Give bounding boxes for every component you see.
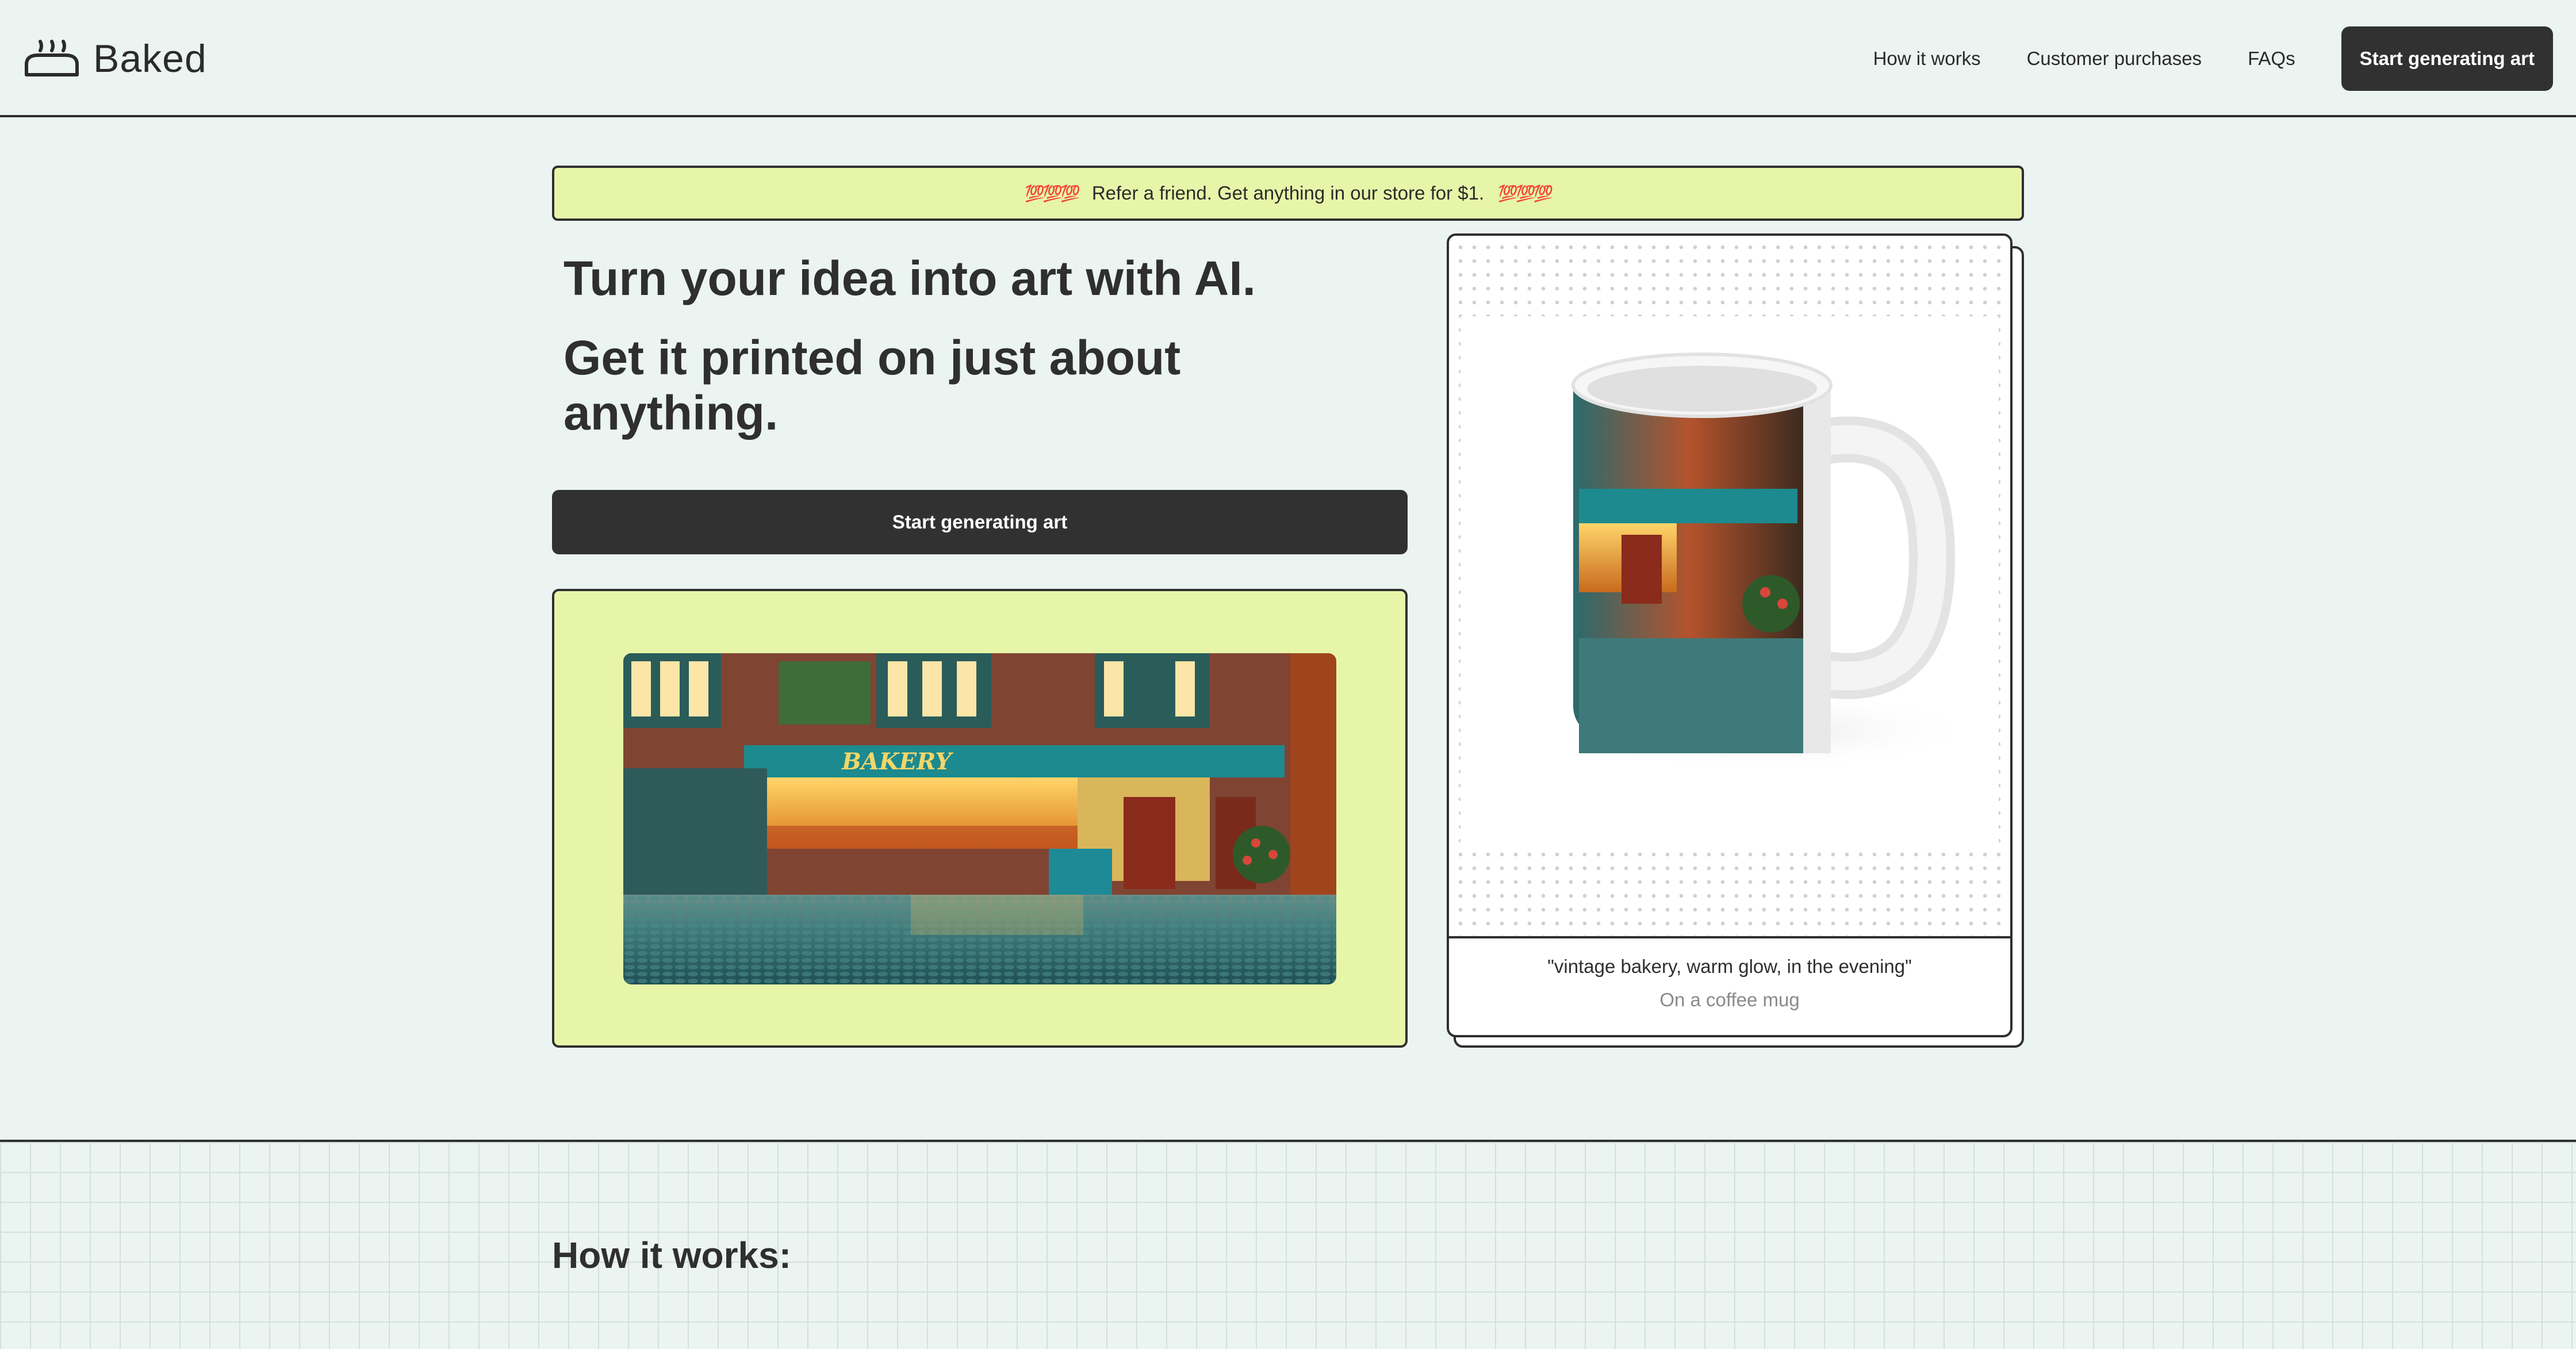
nav-link-how-it-works[interactable]: How it works <box>1873 48 1981 70</box>
product-image-area <box>1449 236 2010 938</box>
top-navigation: Baked How it works Customer purchases FA… <box>0 0 2576 117</box>
bread-logo-icon <box>25 40 79 76</box>
brand-name: Baked <box>93 37 207 81</box>
nav-link-customer-purchases[interactable]: Customer purchases <box>2027 48 2202 70</box>
hundred-points-emoji: 💯💯💯 <box>1025 184 1080 202</box>
bakery-illustration: BAKERY <box>623 653 1336 984</box>
how-it-works-title: How it works: <box>552 1235 792 1276</box>
brand-logo[interactable]: Baked <box>23 36 207 82</box>
art-prompt-text: "vintage bakery, warm glow, in the eveni… <box>1547 956 1912 977</box>
mug-image <box>1460 316 1999 845</box>
coffee-mug-illustration <box>1541 352 1978 771</box>
bakery-artwork-image: BAKERY <box>623 653 1336 984</box>
generated-art-panel: BAKERY <box>552 589 1408 1048</box>
bakery-sign: BAKERY <box>841 748 953 775</box>
hero-start-generating-button[interactable]: Start generating art <box>552 490 1408 554</box>
referral-banner[interactable]: 💯💯💯 Refer a friend. Get anything in our … <box>552 166 2024 221</box>
hero-subheadline: Get it printed on just about anything. <box>564 331 1181 440</box>
product-preview-card[interactable]: "vintage bakery, warm glow, in the eveni… <box>1447 233 2012 1037</box>
hero-headline: Turn your idea into art with AI. <box>564 251 1256 305</box>
product-type-label: On a coffee mug <box>1659 989 1800 1010</box>
how-it-works-section: How it works: <box>0 1140 2576 1349</box>
hundred-points-emoji: 💯💯💯 <box>1498 184 1554 202</box>
nav-link-faqs[interactable]: FAQs <box>2248 48 2295 70</box>
referral-text: Refer a friend. Get anything in our stor… <box>1091 182 1485 204</box>
nav-links: How it works Customer purchases FAQs Sta… <box>1873 26 2553 91</box>
nav-start-generating-button[interactable]: Start generating art <box>2341 26 2553 91</box>
